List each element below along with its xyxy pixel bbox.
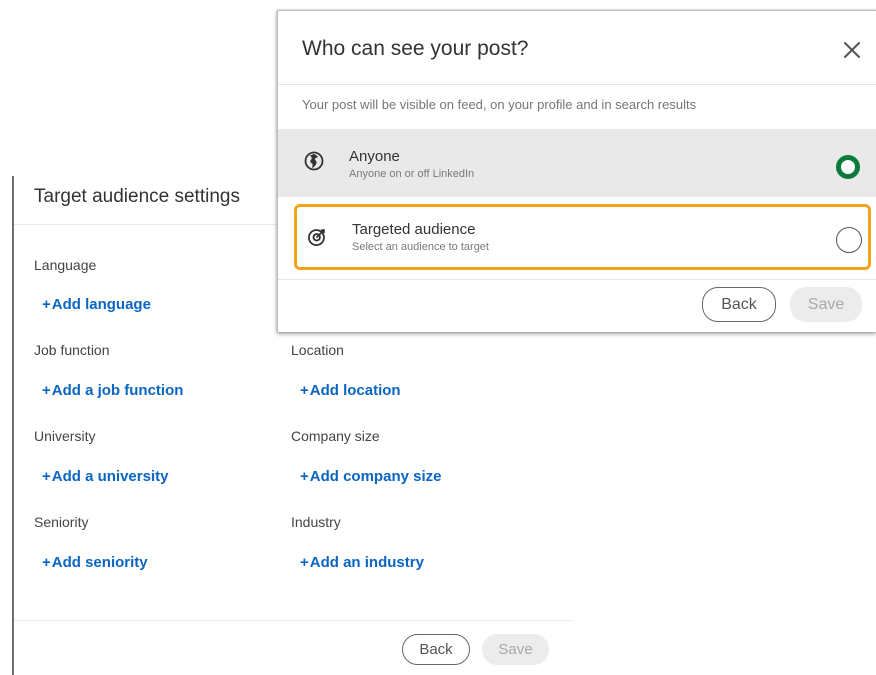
option-subtitle: Anyone on or off LinkedIn: [349, 168, 475, 180]
language-label: Language: [34, 257, 97, 273]
add-company-size-label: Add company size: [309, 468, 442, 485]
option-anyone[interactable]: Anyone Anyone on or off LinkedIn: [278, 129, 876, 197]
plus-icon: +: [42, 296, 51, 313]
add-location-label: Add location: [309, 382, 401, 399]
add-university-label: Add a university: [51, 468, 169, 485]
save-button[interactable]: Save: [482, 634, 549, 665]
dialog-description: Your post will be visible on feed, on yo…: [302, 97, 697, 112]
location-label: Location: [291, 342, 344, 358]
plus-icon: +: [300, 554, 309, 571]
plus-icon: +: [42, 554, 51, 571]
plus-icon: +: [42, 382, 51, 399]
plus-icon: +: [42, 468, 51, 485]
dialog-title: Who can see your post?: [302, 37, 529, 60]
divider: [278, 279, 876, 280]
add-job-function-link[interactable]: +Add a job function: [42, 382, 183, 399]
dialog-back-button[interactable]: Back: [702, 287, 776, 322]
post-visibility-dialog: Who can see your post? Your post will be…: [277, 10, 876, 332]
university-label: University: [34, 428, 96, 444]
option-targeted-audience[interactable]: Targeted audience Select an audience to …: [294, 204, 871, 270]
add-seniority-label: Add seniority: [51, 554, 148, 571]
add-industry-link[interactable]: +Add an industry: [300, 554, 424, 571]
panel-title: Target audience settings: [34, 186, 240, 207]
option-title: Anyone: [349, 148, 400, 165]
add-university-link[interactable]: +Add a university: [42, 468, 168, 485]
add-job-function-label: Add a job function: [51, 382, 184, 399]
dialog-save-button[interactable]: Save: [790, 287, 862, 322]
radio-selected[interactable]: [836, 155, 860, 179]
add-language-link[interactable]: +Add language: [42, 296, 151, 313]
globe-icon: [304, 151, 324, 171]
option-title: Targeted audience: [352, 221, 476, 238]
plus-icon: +: [300, 468, 309, 485]
screen: Target audience settings Language +Add l…: [0, 0, 876, 675]
add-language-label: Add language: [51, 296, 151, 313]
divider: [14, 620, 573, 621]
plus-icon: +: [300, 382, 309, 399]
option-subtitle: Select an audience to target: [352, 241, 489, 253]
radio-unselected[interactable]: [836, 227, 862, 253]
divider: [278, 84, 876, 85]
close-icon[interactable]: [840, 38, 864, 62]
back-button[interactable]: Back: [402, 634, 470, 665]
company-size-label: Company size: [291, 428, 380, 444]
seniority-label: Seniority: [34, 514, 89, 530]
industry-label: Industry: [291, 514, 341, 530]
add-seniority-link[interactable]: +Add seniority: [42, 554, 148, 571]
add-location-link[interactable]: +Add location: [300, 382, 401, 399]
add-company-size-link[interactable]: +Add company size: [300, 468, 441, 485]
target-icon: [308, 229, 325, 246]
add-industry-label: Add an industry: [309, 554, 424, 571]
job-function-label: Job function: [34, 342, 110, 358]
